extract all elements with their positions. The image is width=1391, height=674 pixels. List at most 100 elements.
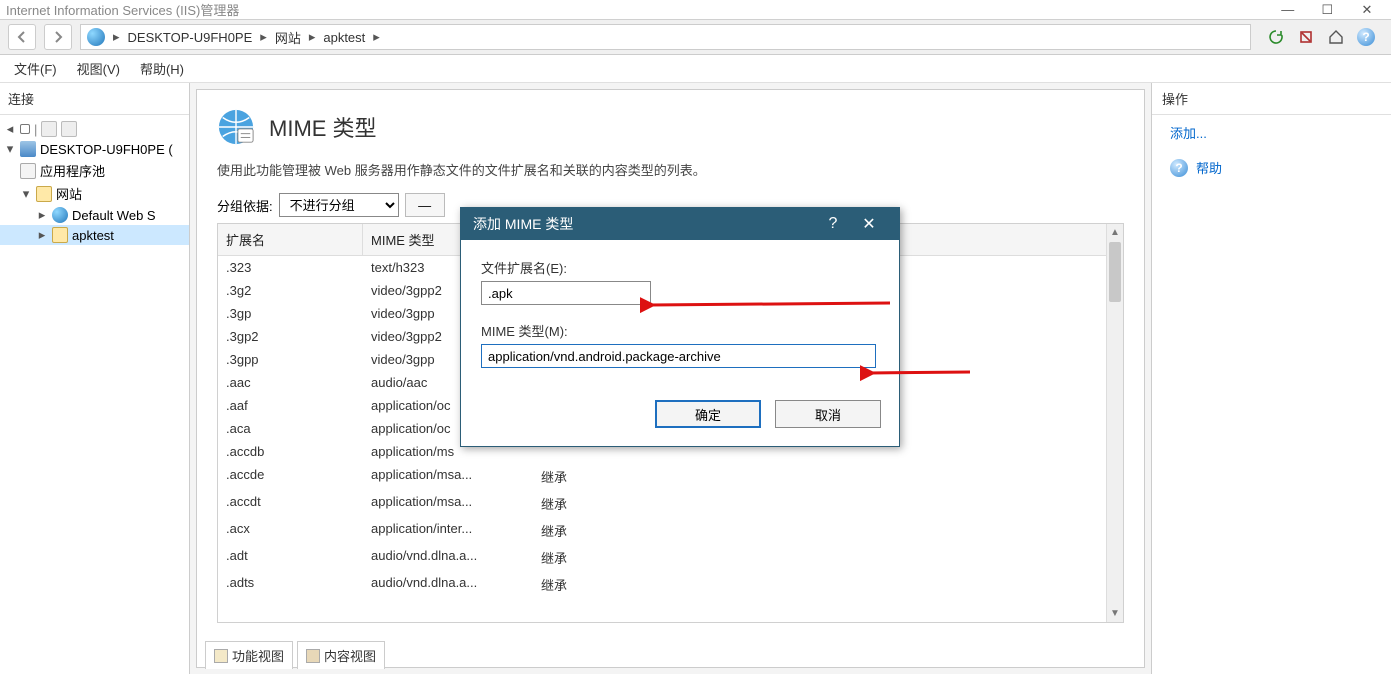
app-pool-icon [20, 163, 36, 179]
dialog-help-button[interactable]: ? [815, 215, 851, 233]
tree-home-icon[interactable] [20, 124, 30, 134]
tab-label: 功能视图 [232, 646, 284, 665]
tree-node-label: apktest [72, 228, 114, 243]
connections-panel: 连接 ◂ | ▾ DESKTOP-U9FH0PE ( 应用程序池 ▾ 网 [0, 83, 190, 674]
nav-bar: ▸ DESKTOP-U9FH0PE ▸ 网站 ▸ apktest ▸ ? [0, 20, 1391, 55]
cell-entry: 继承 [533, 463, 663, 490]
action-label: 添加... [1170, 123, 1207, 142]
cell-ext: .3gpp [218, 348, 363, 371]
menu-help[interactable]: 帮助(H) [130, 55, 194, 82]
breadcrumb-seg-sites[interactable]: 网站 [275, 28, 301, 47]
mime-types-icon [217, 108, 255, 146]
dialog-close-button[interactable]: ✕ [851, 214, 887, 234]
cell-mime: application/inter... [363, 517, 533, 544]
site-icon [52, 207, 68, 223]
cell-ext: .aca [218, 417, 363, 440]
group-by-select[interactable]: 不进行分组 [279, 193, 399, 217]
cell-ext: .3g2 [218, 279, 363, 302]
tree-icon[interactable] [41, 121, 57, 137]
tree-node-sites[interactable]: ▾ 网站 [0, 182, 189, 205]
cell-ext: .3gp2 [218, 325, 363, 348]
view-tabs: 功能视图 内容视图 [205, 641, 385, 669]
action-help[interactable]: ? 帮助 [1152, 150, 1391, 185]
scroll-up-icon[interactable]: ▲ [1107, 224, 1123, 241]
col-extension[interactable]: 扩展名 [218, 224, 363, 255]
cell-ext: .323 [218, 256, 363, 279]
breadcrumb-sep-icon: ▸ [369, 29, 384, 45]
collapse-icon[interactable]: ▾ [20, 186, 32, 202]
table-row[interactable]: .adtsaudio/vnd.dlna.a...继承 [218, 571, 1106, 598]
tree-node-default-site[interactable]: ▸ Default Web S [0, 205, 189, 225]
minimize-button[interactable]: — [1270, 2, 1306, 17]
cell-ext: .aaf [218, 394, 363, 417]
cell-entry: 继承 [533, 490, 663, 517]
action-label: 帮助 [1196, 158, 1222, 177]
feature-header: MIME 类型 [217, 108, 1124, 146]
ext-input[interactable] [481, 281, 651, 305]
menu-view[interactable]: 视图(V) [67, 55, 130, 82]
cell-ext: .adts [218, 571, 363, 598]
cell-ext: .acx [218, 517, 363, 544]
tree-node-apktest[interactable]: ▸ apktest [0, 225, 189, 245]
add-mime-dialog: 添加 MIME 类型 ? ✕ 文件扩展名(E): MIME 类型(M): 确定 … [460, 207, 900, 447]
cell-mime: application/msa... [363, 463, 533, 490]
menu-file[interactable]: 文件(F) [4, 55, 67, 82]
scroll-thumb[interactable] [1109, 242, 1121, 302]
expand-icon[interactable]: ▸ [36, 207, 48, 223]
group-by-clear-button[interactable]: — [405, 193, 445, 217]
page-title: MIME 类型 [269, 111, 377, 143]
cell-mime: audio/vnd.dlna.a... [363, 571, 533, 598]
back-button[interactable] [8, 24, 36, 50]
breadcrumb-seg-site[interactable]: apktest [323, 30, 365, 45]
help-icon[interactable]: ? [1355, 26, 1377, 48]
table-row[interactable]: .accdtapplication/msa...继承 [218, 490, 1106, 517]
action-add[interactable]: 添加... [1152, 115, 1391, 150]
server-icon [20, 141, 36, 157]
breadcrumb-seg-host[interactable]: DESKTOP-U9FH0PE [128, 30, 253, 45]
window-buttons: — ☐ ✕ [1270, 2, 1385, 18]
cell-ext: .adt [218, 544, 363, 571]
dialog-titlebar[interactable]: 添加 MIME 类型 ? ✕ [461, 208, 899, 240]
content-view-icon [306, 649, 320, 663]
cell-entry: 继承 [533, 571, 663, 598]
tree-node-label: DESKTOP-U9FH0PE ( [40, 142, 173, 157]
tree-node-server[interactable]: ▾ DESKTOP-U9FH0PE ( [0, 139, 189, 159]
forward-button[interactable] [44, 24, 72, 50]
connections-tree: ◂ | ▾ DESKTOP-U9FH0PE ( 应用程序池 ▾ 网站 [0, 115, 189, 249]
cancel-button[interactable]: 取消 [775, 400, 881, 428]
tree-icon[interactable] [61, 121, 77, 137]
group-by-label: 分组依据: [217, 196, 273, 215]
tree-expand-icon[interactable]: ◂ [4, 121, 16, 137]
tree-node-label: 网站 [56, 184, 82, 203]
tree-node-label: Default Web S [72, 208, 156, 223]
mime-input[interactable] [481, 344, 876, 368]
maximize-button[interactable]: ☐ [1309, 2, 1345, 18]
tab-content-view[interactable]: 内容视图 [297, 641, 385, 669]
cell-ext: .aac [218, 371, 363, 394]
dialog-footer: 确定 取消 [461, 400, 899, 446]
table-row[interactable]: .accdeapplication/msa...继承 [218, 463, 1106, 490]
table-row[interactable]: .acxapplication/inter...继承 [218, 517, 1106, 544]
expand-icon[interactable]: ▸ [36, 227, 48, 243]
breadcrumb-sep-icon: ▸ [109, 29, 124, 45]
tree-node-label: 应用程序池 [40, 161, 105, 180]
refresh-icon[interactable] [1265, 26, 1287, 48]
folder-icon [52, 227, 68, 243]
stop-icon[interactable] [1295, 26, 1317, 48]
cell-ext: .3gp [218, 302, 363, 325]
cell-entry: 继承 [533, 517, 663, 544]
feature-view-icon [214, 649, 228, 663]
table-row[interactable]: .adtaudio/vnd.dlna.a...继承 [218, 544, 1106, 571]
scroll-down-icon[interactable]: ▼ [1107, 605, 1123, 622]
breadcrumb-sep-icon: ▸ [256, 29, 271, 45]
mime-label: MIME 类型(M): [481, 321, 879, 340]
vertical-scrollbar[interactable]: ▲ ▼ [1106, 224, 1123, 622]
cell-entry: 继承 [533, 544, 663, 571]
close-button[interactable]: ✕ [1349, 2, 1385, 18]
home-icon[interactable] [1325, 26, 1347, 48]
collapse-icon[interactable]: ▾ [4, 141, 16, 157]
ok-button[interactable]: 确定 [655, 400, 761, 428]
breadcrumb[interactable]: ▸ DESKTOP-U9FH0PE ▸ 网站 ▸ apktest ▸ [80, 24, 1251, 50]
tree-node-app-pools[interactable]: 应用程序池 [0, 159, 189, 182]
tab-feature-view[interactable]: 功能视图 [205, 641, 293, 669]
